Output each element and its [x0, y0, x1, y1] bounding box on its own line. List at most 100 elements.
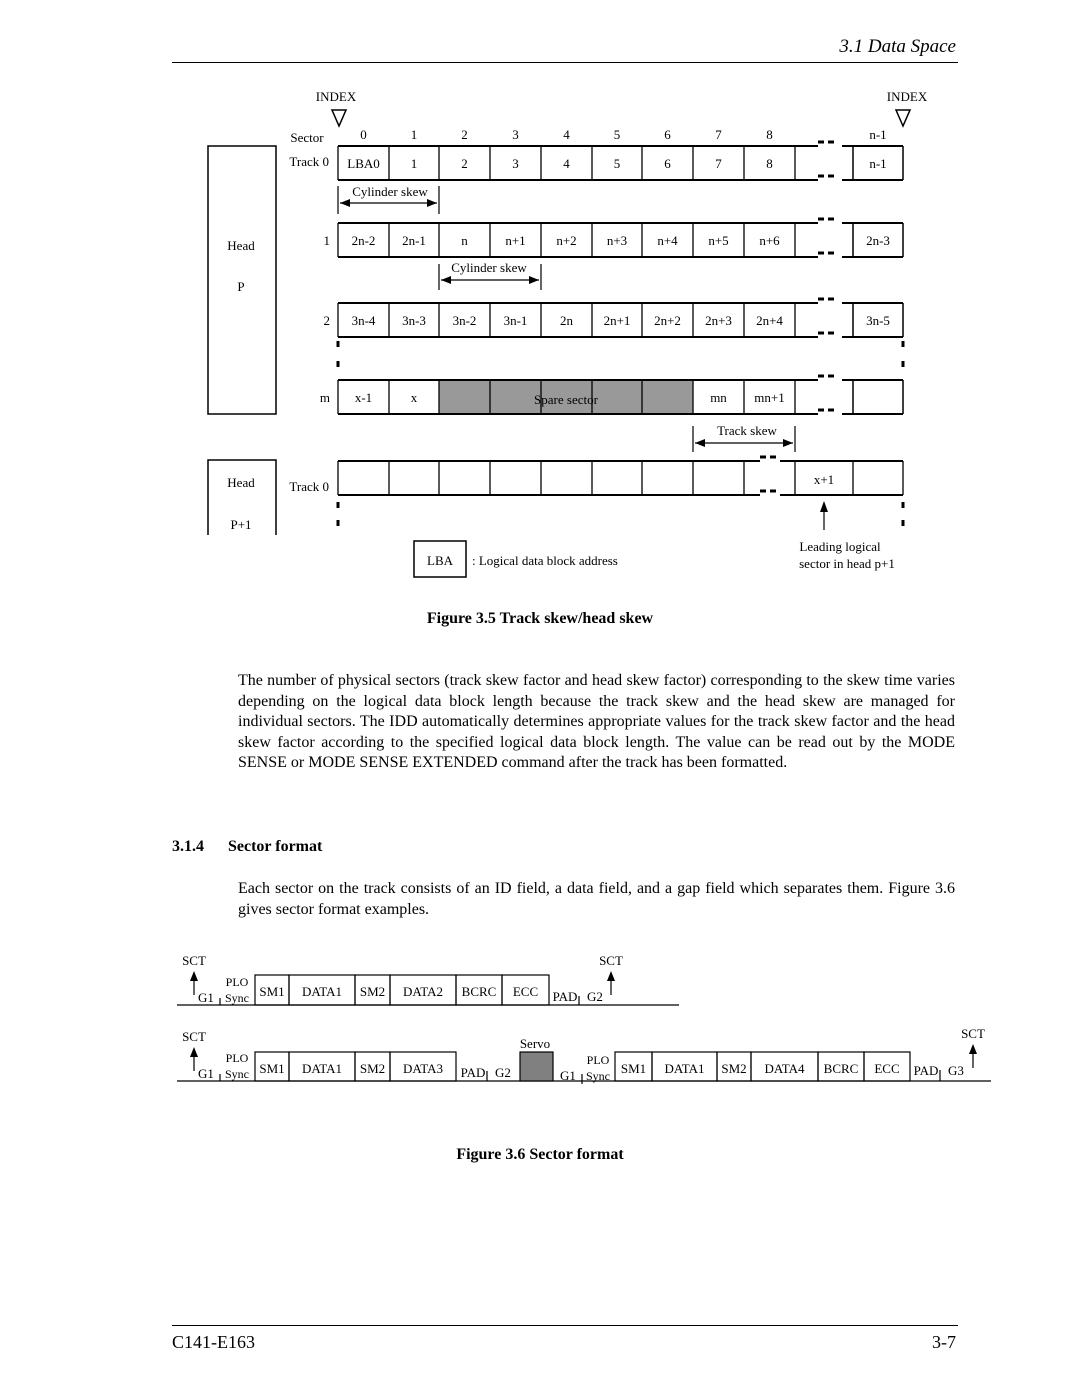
track-label: Track 0 — [289, 154, 329, 169]
field-label: SM2 — [360, 1061, 385, 1076]
continuation-dots — [818, 140, 834, 178]
sector-number: 4 — [563, 127, 570, 142]
index-label: INDEX — [316, 89, 357, 104]
sct-label: SCT — [599, 953, 623, 968]
sector-cell: 2n-1 — [402, 233, 426, 248]
page-number: 3-7 — [932, 1332, 956, 1352]
document-page: 3.1 Data Space INDEX INDEX Sector 0 1 2 3 4 5 6 7 8… — [0, 0, 1080, 1397]
sector-cell: LBA0 — [347, 156, 380, 171]
sector-cell: 8 — [766, 156, 773, 171]
sector-cell: 7 — [715, 156, 722, 171]
cylinder-skew-label: Cylinder skew — [451, 260, 527, 275]
sct-label: SCT — [182, 953, 206, 968]
sector-cell: n+1 — [505, 233, 525, 248]
sector-cell: 2n+2 — [654, 313, 681, 328]
sector-number: n-1 — [869, 127, 886, 142]
field-label: DATA1 — [302, 1061, 342, 1076]
pad-label: PAD — [914, 1063, 939, 1078]
sct-label: SCT — [961, 1026, 985, 1041]
field-label: BCRC — [462, 984, 497, 999]
sector-cell: 3n-3 — [402, 313, 426, 328]
footer-rule — [172, 1325, 958, 1326]
sector-cell: n+4 — [657, 233, 678, 248]
field-label: SM1 — [259, 1061, 284, 1076]
g2-label: G2 — [495, 1065, 511, 1080]
plo-label: PLO — [226, 975, 249, 989]
sector-cell: 2n-2 — [352, 233, 376, 248]
sector-number: 3 — [512, 127, 519, 142]
track-label: m — [320, 390, 330, 405]
sct-arrowhead-icon — [607, 971, 615, 981]
sector-number: 5 — [614, 127, 621, 142]
g2-label: G2 — [587, 989, 603, 1004]
continuation-dots — [818, 374, 834, 412]
sector-cell: 3n-2 — [453, 313, 477, 328]
sector-cell: n+6 — [759, 233, 780, 248]
sector-cell: 2n-3 — [866, 233, 890, 248]
figure-3-6-caption: Figure 3.6 Sector format — [456, 1146, 624, 1163]
sector-cell: 2n+4 — [756, 313, 783, 328]
sector-cell: n-1 — [869, 156, 886, 171]
sector-number: 2 — [461, 127, 468, 142]
plo-label: PLO — [587, 1053, 610, 1067]
legend-lba: LBA — [427, 553, 454, 568]
g3-label: G3 — [948, 1063, 964, 1078]
sector-label: Sector — [290, 130, 324, 145]
sector-number: 0 — [360, 127, 367, 142]
sector-cell: x — [411, 390, 418, 405]
field-label: ECC — [874, 1061, 899, 1076]
sector-cell: 4 — [563, 156, 570, 171]
sector-cell: 2n — [560, 313, 574, 328]
index-triangle-icon — [894, 109, 912, 128]
sector-cell: 3n-1 — [504, 313, 528, 328]
plo-label: PLO — [226, 1051, 249, 1065]
sector-cell: mn — [710, 390, 727, 405]
sector-cell: 2 — [461, 156, 468, 171]
sct-label: SCT — [182, 1029, 206, 1044]
sector-cell: 1 — [411, 156, 418, 171]
sct-arrowhead-icon — [190, 971, 198, 981]
field-label: DATA2 — [403, 984, 443, 999]
field-label: DATA1 — [302, 984, 342, 999]
track-label: Track 0 — [289, 479, 329, 494]
spare-sector-label: Spare sector — [534, 392, 599, 407]
sct-arrowhead-icon — [190, 1047, 198, 1057]
sector-cell: x+1 — [814, 472, 834, 487]
leading-sector-note: Leading logical — [799, 539, 881, 554]
sync-label: Sync — [225, 991, 249, 1005]
sector-cell: 3 — [512, 156, 519, 171]
sector-number: 7 — [715, 127, 722, 142]
servo-label: Servo — [520, 1036, 550, 1051]
sector-cell: n — [461, 233, 468, 248]
sector-cell: 6 — [664, 156, 671, 171]
continuation-dots — [818, 217, 834, 255]
track-skew-label: Track skew — [717, 423, 777, 438]
section-number: 3.1.4 — [172, 838, 204, 855]
continuation-dots — [760, 455, 776, 493]
head-number: P+1 — [230, 517, 251, 532]
field-label: BCRC — [824, 1061, 859, 1076]
head-label: Head — [227, 475, 255, 490]
sector-cell: n+3 — [607, 233, 627, 248]
body-paragraph: Each sector on the track consists of an … — [238, 880, 955, 918]
pad-label: PAD — [553, 989, 578, 1004]
document-number: C141-E163 — [172, 1332, 255, 1352]
sync-label: Sync — [586, 1069, 610, 1083]
sync-label: Sync — [225, 1067, 249, 1081]
sector-cell: 3n-4 — [352, 313, 376, 328]
track-label: 1 — [324, 233, 331, 248]
leading-sector-note: sector in head p+1 — [799, 556, 895, 571]
head-number: P — [237, 279, 244, 294]
continuation-dots — [818, 297, 834, 335]
sector-number: 8 — [766, 127, 773, 142]
servo-block — [519, 1051, 554, 1082]
field-label: ECC — [513, 984, 538, 999]
legend-text: : Logical data block address — [472, 553, 618, 568]
field-label: DATA3 — [403, 1061, 443, 1076]
track-label: 2 — [324, 313, 331, 328]
body-paragraph: The number of physical sectors (track sk… — [238, 672, 955, 772]
sector-number: 6 — [664, 127, 671, 142]
sector-cell: n+5 — [708, 233, 728, 248]
head-label: Head — [227, 238, 255, 253]
field-label: SM1 — [621, 1061, 646, 1076]
